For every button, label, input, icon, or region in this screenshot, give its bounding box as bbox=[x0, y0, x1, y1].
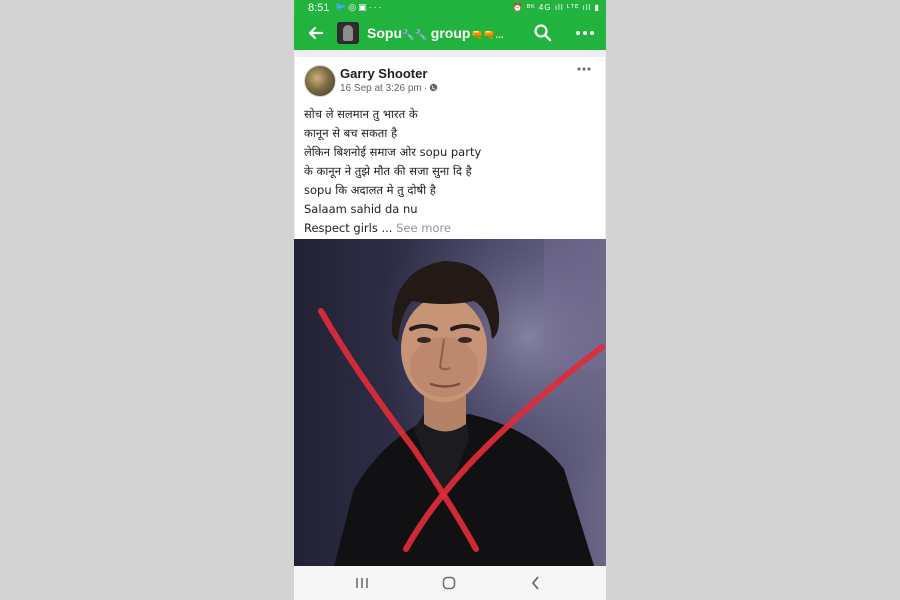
post-image[interactable] bbox=[294, 239, 606, 566]
post-line: के कानून ने तुझे मौत की सजा सुना दि है bbox=[304, 164, 472, 178]
back-arrow-icon bbox=[308, 26, 324, 40]
more-options-button[interactable] bbox=[574, 22, 596, 44]
post-line: लेकिन बिशनोई समाज ओर sopu party bbox=[304, 145, 482, 159]
post-options-button[interactable] bbox=[576, 61, 592, 77]
twitter-icon: 🐦 bbox=[335, 2, 349, 12]
back-button[interactable] bbox=[306, 23, 326, 43]
author-name[interactable]: Garry Shooter bbox=[340, 66, 427, 81]
home-button[interactable] bbox=[437, 573, 461, 593]
post-line: कानून से बच सकता है bbox=[304, 126, 398, 140]
post-meta: 16 Sep at 3:26 pm · bbox=[340, 83, 438, 94]
notification-icons: 🐦◎▣··· bbox=[335, 2, 384, 13]
more-dots-icon: ··· bbox=[368, 2, 384, 12]
whatsapp-icon: ◎ bbox=[348, 2, 359, 12]
search-icon bbox=[534, 24, 552, 42]
post-line: Salaam sahid da nu bbox=[304, 202, 418, 216]
status-bar: 8:51 🐦◎▣··· ⏰ ᴮᴷ 4G ıll ᴸᵀᴱ ıll ▮ bbox=[294, 0, 606, 17]
system-status-icons: ⏰ ᴮᴷ 4G ıll ᴸᵀᴱ ıll ▮ bbox=[512, 3, 600, 12]
image-icon: ▣ bbox=[358, 2, 369, 12]
android-nav-bar bbox=[294, 566, 606, 600]
recent-apps-icon bbox=[356, 578, 368, 588]
more-dots-icon bbox=[576, 31, 594, 35]
post-line: सोच ले सलमान तु भारत के bbox=[304, 107, 418, 121]
wrench-emoji: 🔧🔧 bbox=[402, 30, 427, 41]
more-dots-icon bbox=[577, 67, 591, 71]
post-card: Garry Shooter 16 Sep at 3:26 pm · सोच ले … bbox=[295, 57, 605, 239]
status-time: 8:51 bbox=[308, 2, 330, 14]
photo-of-man-with-red-x bbox=[294, 239, 606, 566]
see-more-link[interactable]: See more bbox=[396, 221, 451, 235]
search-button[interactable] bbox=[532, 22, 554, 44]
nav-back-button[interactable] bbox=[524, 573, 548, 593]
phone-screen: 8:51 🐦◎▣··· ⏰ ᴮᴷ 4G ıll ᴸᵀᴱ ıll ▮ Sopu🔧🔧… bbox=[294, 0, 606, 600]
post-date[interactable]: 16 Sep at 3:26 pm bbox=[340, 83, 422, 94]
post-text: सोच ले सलमान तु भारत के कानून से बच सकता… bbox=[304, 105, 599, 238]
home-icon bbox=[442, 576, 456, 590]
author-avatar[interactable] bbox=[304, 65, 336, 97]
gun-emoji: 🔫🔫... bbox=[470, 30, 504, 41]
app-bar: Sopu🔧🔧 group🔫🔫... bbox=[294, 17, 606, 50]
back-icon bbox=[532, 576, 539, 590]
group-title[interactable]: Sopu🔧🔧 group🔫🔫... bbox=[367, 25, 504, 41]
globe-icon bbox=[429, 83, 438, 92]
group-avatar[interactable] bbox=[337, 22, 359, 44]
recent-apps-button[interactable] bbox=[350, 573, 374, 593]
post-line: sopu कि अदालत मे तु दोषी है bbox=[304, 183, 436, 197]
post-line-last: Respect girls ... See more bbox=[304, 221, 451, 235]
